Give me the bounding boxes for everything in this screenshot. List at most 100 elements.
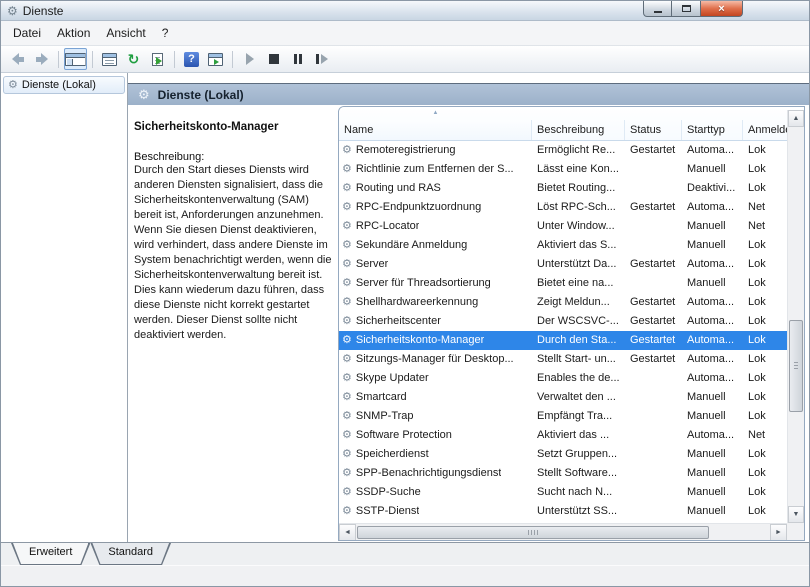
table-row[interactable]: ⚙SSDP-Suche Sucht nach N... Manuell Lok bbox=[339, 483, 787, 502]
cell-name: ⚙SSTP-Dienst bbox=[339, 502, 532, 521]
table-row[interactable]: ⚙Smartcard Verwaltet den ... Manuell Lok bbox=[339, 388, 787, 407]
close-button[interactable]: × bbox=[701, 1, 743, 17]
cell-starttyp: Manuell bbox=[682, 464, 743, 483]
cell-anmelden: Lok bbox=[743, 407, 787, 426]
table-row[interactable]: ⚙Sekundäre Anmeldung Aktiviert das S... … bbox=[339, 236, 787, 255]
table-row[interactable]: ⚙Skype Updater Enables the de... Automa.… bbox=[339, 369, 787, 388]
help-button[interactable]: ? bbox=[180, 48, 203, 70]
scroll-left-button[interactable]: ◄ bbox=[339, 524, 356, 541]
horizontal-scrollbar[interactable]: ◄ ► bbox=[339, 523, 787, 540]
cell-starttyp: Manuell bbox=[682, 236, 743, 255]
vertical-scroll-thumb[interactable] bbox=[789, 320, 803, 412]
export-list-button[interactable] bbox=[146, 48, 169, 70]
table-row[interactable]: ⚙SSTP-Dienst Unterstützt SS... Manuell L… bbox=[339, 502, 787, 521]
service-gear-icon: ⚙ bbox=[342, 335, 352, 346]
cell-name: ⚙SPP-Benachrichtigungsdienst bbox=[339, 464, 532, 483]
service-gear-icon: ⚙ bbox=[342, 202, 352, 213]
menu-datei[interactable]: Datei bbox=[5, 23, 49, 43]
properties-button[interactable] bbox=[98, 48, 121, 70]
service-gear-icon: ⚙ bbox=[342, 449, 352, 460]
cell-status: Gestartet bbox=[625, 331, 682, 350]
refresh-button[interactable]: ↻ bbox=[122, 48, 145, 70]
cell-name: ⚙Server für Threadsortierung bbox=[339, 274, 532, 293]
cell-anmelden: Lok bbox=[743, 160, 787, 179]
cell-beschreibung: Der WSCSVC-... bbox=[532, 312, 625, 331]
table-row[interactable]: ⚙Routing und RAS Bietet Routing... Deakt… bbox=[339, 179, 787, 198]
maximize-button[interactable] bbox=[672, 1, 701, 17]
column-header-status[interactable]: Status bbox=[625, 120, 682, 140]
table-row[interactable]: ⚙Richtlinie zum Entfernen der S... Lässt… bbox=[339, 160, 787, 179]
menu-ansicht[interactable]: Ansicht bbox=[98, 23, 153, 43]
show-console-tree-button[interactable] bbox=[64, 48, 87, 70]
cell-starttyp: Manuell bbox=[682, 502, 743, 521]
pause-service-button[interactable] bbox=[286, 48, 309, 70]
horizontal-scroll-thumb[interactable] bbox=[357, 526, 709, 539]
table-row[interactable]: ⚙Server Unterstützt Da... Gestartet Auto… bbox=[339, 255, 787, 274]
cell-starttyp: Automa... bbox=[682, 293, 743, 312]
service-rows: ⚙Remoteregistrierung Ermöglicht Re... Ge… bbox=[339, 141, 787, 523]
back-button[interactable] bbox=[6, 48, 29, 70]
table-row[interactable]: ⚙RPC-Endpunktzuordnung Löst RPC-Sch... G… bbox=[339, 198, 787, 217]
cell-name: ⚙Sicherheitskonto-Manager bbox=[339, 331, 532, 350]
cell-status bbox=[625, 274, 682, 293]
tab-erweitert[interactable]: Erweitert bbox=[11, 543, 90, 565]
pause-service-icon bbox=[294, 54, 302, 64]
service-gear-icon: ⚙ bbox=[342, 259, 352, 270]
scroll-up-button[interactable]: ▲ bbox=[788, 110, 804, 127]
cell-starttyp: Manuell bbox=[682, 217, 743, 236]
table-row[interactable]: ⚙RPC-Locator Unter Window... Manuell Net bbox=[339, 217, 787, 236]
cell-anmelden: Lok bbox=[743, 293, 787, 312]
cell-status bbox=[625, 483, 682, 502]
maximize-icon bbox=[682, 5, 691, 12]
column-header-name[interactable]: Name bbox=[339, 120, 532, 140]
table-row[interactable]: ⚙SPP-Benachrichtigungsdienst Stellt Soft… bbox=[339, 464, 787, 483]
toolbar: ↻ ? bbox=[1, 46, 809, 73]
console-tree-icon bbox=[65, 53, 86, 66]
window-bottom-frame bbox=[1, 565, 809, 586]
cell-beschreibung: Bietet eine na... bbox=[532, 274, 625, 293]
table-row[interactable]: ⚙Sicherheitscenter Der WSCSVC-... Gestar… bbox=[339, 312, 787, 331]
vertical-scrollbar[interactable]: ▲ ▼ bbox=[787, 110, 804, 523]
cell-status: Gestartet bbox=[625, 255, 682, 274]
cell-status: Gestartet bbox=[625, 141, 682, 160]
table-row[interactable]: ⚙Sicherheitskonto-Manager Durch den Sta.… bbox=[339, 331, 787, 350]
scroll-down-button[interactable]: ▼ bbox=[788, 506, 804, 523]
minimize-button[interactable] bbox=[643, 1, 672, 17]
table-row[interactable]: ⚙Sitzungs-Manager für Desktop... Stellt … bbox=[339, 350, 787, 369]
cell-name: ⚙Sicherheitscenter bbox=[339, 312, 532, 331]
cell-anmelden: Lok bbox=[743, 331, 787, 350]
stop-service-button[interactable] bbox=[262, 48, 285, 70]
service-gear-icon: ⚙ bbox=[342, 240, 352, 251]
table-row[interactable]: ⚙SNMP-Trap Empfängt Tra... Manuell Lok bbox=[339, 407, 787, 426]
title-bar[interactable]: ⚙ Dienste × bbox=[1, 1, 809, 21]
table-row[interactable]: ⚙Shellhardwareerkennung Zeigt Meldun... … bbox=[339, 293, 787, 312]
start-service-button[interactable] bbox=[238, 48, 261, 70]
column-header-anmelden[interactable]: Anmelden als bbox=[743, 120, 787, 140]
cell-anmelden: Lok bbox=[743, 274, 787, 293]
forward-button[interactable] bbox=[30, 48, 53, 70]
restart-service-button[interactable] bbox=[310, 48, 333, 70]
tab-standard[interactable]: Standard bbox=[90, 543, 171, 565]
help-icon: ? bbox=[184, 52, 199, 67]
table-row[interactable]: ⚙Remoteregistrierung Ermöglicht Re... Ge… bbox=[339, 141, 787, 160]
service-gear-icon: ⚙ bbox=[342, 221, 352, 232]
menu-hilfe[interactable]: ? bbox=[154, 23, 177, 43]
table-row[interactable]: ⚙Server für Threadsortierung Bietet eine… bbox=[339, 274, 787, 293]
cell-beschreibung: Löst RPC-Sch... bbox=[532, 198, 625, 217]
scroll-right-button[interactable]: ► bbox=[770, 524, 787, 541]
cell-starttyp: Manuell bbox=[682, 407, 743, 426]
window-controls: × bbox=[643, 1, 743, 17]
tree-item-dienste-lokal[interactable]: ⚙ Dienste (Lokal) bbox=[3, 76, 125, 94]
column-header-beschreibung[interactable]: Beschreibung bbox=[532, 120, 625, 140]
close-icon: × bbox=[718, 3, 724, 15]
restart-service-icon bbox=[316, 54, 328, 64]
menu-aktion[interactable]: Aktion bbox=[49, 23, 98, 43]
properties-icon bbox=[102, 53, 117, 66]
service-gear-icon: ⚙ bbox=[342, 354, 352, 365]
table-row[interactable]: ⚙Speicherdienst Setzt Gruppen... Manuell… bbox=[339, 445, 787, 464]
table-row[interactable]: ⚙Software Protection Aktiviert das ... A… bbox=[339, 426, 787, 445]
show-action-pane-button[interactable] bbox=[204, 48, 227, 70]
cell-beschreibung: Empfängt Tra... bbox=[532, 407, 625, 426]
column-header-starttyp[interactable]: Starttyp bbox=[682, 120, 743, 140]
scroll-up-icon: ▲ bbox=[793, 115, 800, 122]
